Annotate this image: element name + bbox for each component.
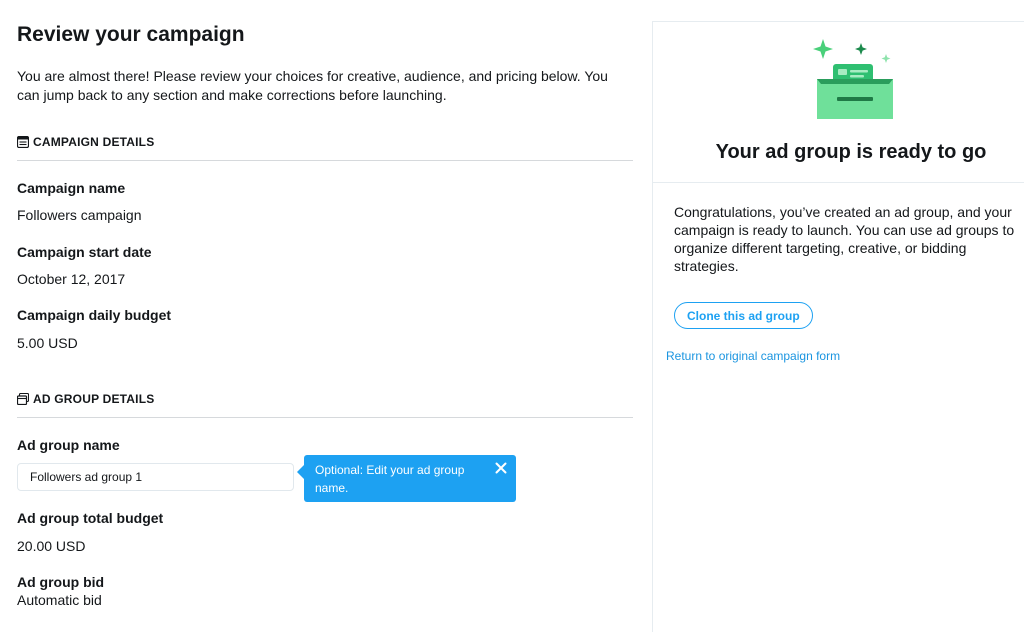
campaign-name-value: Followers campaign [17,207,142,223]
edit-name-tooltip: Optional: Edit your ad group name. [297,455,516,502]
review-campaign-page: Review your campaign You are almost ther… [0,0,1024,632]
intro-text: You are almost there! Please review your… [17,68,608,103]
congrats-text: Congratulations, you’ve created an ad gr… [674,204,1015,274]
ready-title: Your ad group is ready to go [715,141,987,163]
clone-ad-group-button[interactable]: Clone this ad group [674,302,813,329]
ad-group-total-budget-value: 20.00 USD [17,538,86,554]
campaign-daily-budget-label: Campaign daily budget [17,307,172,323]
divider [653,182,1024,183]
ad-group-bid-label: Ad group bid [17,574,105,590]
ad-group-name-label: Ad group name [17,437,120,453]
tooltip-text: Optional: Edit your ad group name. [315,463,465,495]
campaign-details-header: CAMPAIGN DETAILS [17,135,633,161]
ad-group-bid-value: Automatic bid [17,592,102,608]
campaign-name-label: Campaign name [17,180,126,196]
ready-to-launch-illustration [813,39,893,119]
return-to-campaign-link[interactable]: Return to original campaign form [666,349,840,363]
campaign-start-date-label: Campaign start date [17,244,152,260]
ad-group-details-header: AD GROUP DETAILS [17,392,633,418]
ad-group-icon [17,393,29,405]
ad-group-total-budget-label: Ad group total budget [17,510,164,526]
ad-group-name-input[interactable] [17,463,294,491]
ready-panel: Your ad group is ready to go Congratulat… [652,21,1024,632]
campaign-list-icon [17,136,29,148]
campaign-daily-budget-value: 5.00 USD [17,335,78,351]
page-title: Review your campaign [17,23,245,46]
campaign-start-date-value: October 12, 2017 [17,271,126,287]
close-icon[interactable] [494,461,508,475]
ad-group-details-title: AD GROUP DETAILS [33,392,155,406]
campaign-details-title: CAMPAIGN DETAILS [33,135,155,149]
